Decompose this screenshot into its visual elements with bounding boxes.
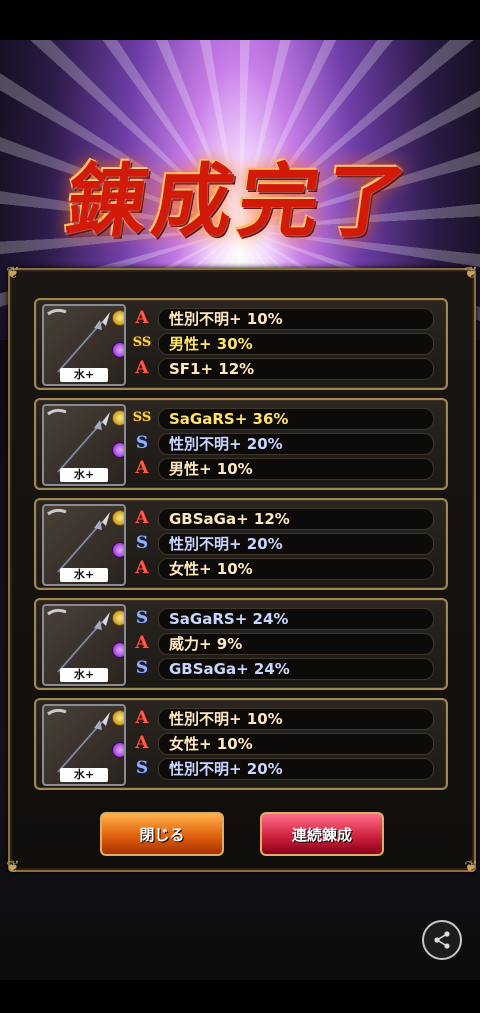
refine-result-entry: 水+ S SaGaRS+ 24% A 威力+ 9% S GBSaGa+ 24% xyxy=(34,598,448,690)
refine-result-entry: 水+ SS SaGaRS+ 36% S 性別不明+ 20% A 男性+ 10% xyxy=(34,398,448,490)
rank-s-icon: S xyxy=(135,533,149,553)
effect-text: GBSaGa+ 12% xyxy=(169,510,290,528)
rank-s-icon: S xyxy=(135,608,149,628)
effect-bar: 女性+ 10% xyxy=(158,558,434,580)
gold-gem-icon xyxy=(112,610,124,626)
effect-text: 女性+ 10% xyxy=(169,735,253,753)
weapon-icon-frame: 水+ xyxy=(42,404,126,486)
effect-bar: SF1+ 12% xyxy=(158,358,434,380)
effect-bar: 性別不明+ 10% xyxy=(158,708,434,730)
effect-text: GBSaGa+ 24% xyxy=(169,660,290,678)
gold-gem-icon xyxy=(112,310,124,326)
gold-gem-icon xyxy=(112,710,124,726)
page-title: 錬成完了 xyxy=(60,154,418,248)
effect-bar: 性別不明+ 20% xyxy=(158,433,434,455)
purple-gem-icon xyxy=(112,542,124,558)
effect-bar: 男性+ 10% xyxy=(158,458,434,480)
effect-bar: SaGaRS+ 24% xyxy=(158,608,434,630)
effect-bar: 性別不明+ 20% xyxy=(158,758,434,780)
effect-row: S 性別不明+ 20% xyxy=(132,533,434,555)
purple-gem-icon xyxy=(112,442,124,458)
gold-gem-icon xyxy=(112,510,124,526)
rank-s-icon: S xyxy=(135,658,149,678)
element-label: 水+ xyxy=(60,568,108,582)
effect-row: S 性別不明+ 20% xyxy=(132,758,434,780)
rank-a-icon: A xyxy=(135,308,149,328)
effect-text: SF1+ 12% xyxy=(169,360,255,378)
effect-text: 男性+ 10% xyxy=(169,460,253,478)
effect-row: S GBSaGa+ 24% xyxy=(132,658,434,680)
continuous-refine-button-label: 連続錬成 xyxy=(291,825,352,844)
corner-ornament-icon: ❦ xyxy=(464,263,478,282)
rank-s-icon: S xyxy=(135,758,149,778)
effect-row: A 性別不明+ 10% xyxy=(132,308,434,330)
weapon-icon-frame: 水+ xyxy=(42,304,126,386)
rank-a-icon: A xyxy=(135,733,149,753)
rank-ss-icon: SS xyxy=(132,335,152,350)
effect-text: 女性+ 10% xyxy=(169,560,253,578)
weapon-icon-frame: 水+ xyxy=(42,704,126,786)
purple-gem-icon xyxy=(112,742,124,758)
refine-result-entry: 水+ A GBSaGa+ 12% S 性別不明+ 20% A 女性+ 10% xyxy=(34,498,448,590)
close-button[interactable]: 閉じる xyxy=(100,812,224,856)
rank-s-icon: S xyxy=(135,433,149,453)
effect-text: 性別不明+ 20% xyxy=(169,760,283,778)
effect-bar: 性別不明+ 20% xyxy=(158,533,434,555)
refine-result-entry: 水+ A 性別不明+ 10% SS 男性+ 30% A SF1+ 12% xyxy=(34,298,448,390)
refine-result-entry: 水+ A 性別不明+ 10% A 女性+ 10% S 性別不明+ 20% xyxy=(34,698,448,790)
effect-text: 男性+ 30% xyxy=(169,335,253,353)
effect-bar: GBSaGa+ 12% xyxy=(158,508,434,530)
effect-row: SS SaGaRS+ 36% xyxy=(132,408,434,430)
effect-text: 威力+ 9% xyxy=(169,635,243,653)
element-label: 水+ xyxy=(60,468,108,482)
gold-gem-icon xyxy=(112,410,124,426)
title-banner: 錬成完了 xyxy=(40,135,440,255)
effect-row: A GBSaGa+ 12% xyxy=(132,508,434,530)
effect-row: A 性別不明+ 10% xyxy=(132,708,434,730)
effect-row: A 威力+ 9% xyxy=(132,633,434,655)
element-label: 水+ xyxy=(60,368,108,382)
effect-bar: 男性+ 30% xyxy=(158,333,434,355)
effect-bar: SaGaRS+ 36% xyxy=(158,408,434,430)
corner-ornament-icon: ❦ xyxy=(464,857,478,876)
effect-row: A 男性+ 10% xyxy=(132,458,434,480)
effect-row: S SaGaRS+ 24% xyxy=(132,608,434,630)
effect-text: SaGaRS+ 24% xyxy=(169,610,289,628)
element-label: 水+ xyxy=(60,768,108,782)
share-icon xyxy=(434,931,450,949)
purple-gem-icon xyxy=(112,642,124,658)
element-label: 水+ xyxy=(60,668,108,682)
effect-row: S 性別不明+ 20% xyxy=(132,433,434,455)
effect-bar: 性別不明+ 10% xyxy=(158,308,434,330)
effect-text: 性別不明+ 10% xyxy=(169,710,283,728)
continuous-refine-button[interactable]: 連続錬成 xyxy=(260,812,384,856)
bottom-bar xyxy=(0,980,480,1013)
rank-a-icon: A xyxy=(135,558,149,578)
rank-a-icon: A xyxy=(135,708,149,728)
effect-row: SS 男性+ 30% xyxy=(132,333,434,355)
effect-text: SaGaRS+ 36% xyxy=(169,410,289,428)
rank-a-icon: A xyxy=(135,358,149,378)
effect-text: 性別不明+ 10% xyxy=(169,310,283,328)
effect-bar: 威力+ 9% xyxy=(158,633,434,655)
effect-bar: 女性+ 10% xyxy=(158,733,434,755)
status-bar xyxy=(0,0,480,40)
purple-gem-icon xyxy=(112,342,124,358)
rank-a-icon: A xyxy=(135,508,149,528)
effect-bar: GBSaGa+ 24% xyxy=(158,658,434,680)
effect-text: 性別不明+ 20% xyxy=(169,435,283,453)
corner-ornament-icon: ❦ xyxy=(6,263,20,282)
weapon-icon-frame: 水+ xyxy=(42,604,126,686)
effect-row: A 女性+ 10% xyxy=(132,558,434,580)
effect-row: A 女性+ 10% xyxy=(132,733,434,755)
effect-row: A SF1+ 12% xyxy=(132,358,434,380)
rank-ss-icon: SS xyxy=(132,410,152,425)
weapon-icon-frame: 水+ xyxy=(42,504,126,586)
corner-ornament-icon: ❦ xyxy=(6,857,20,876)
close-button-label: 閉じる xyxy=(139,825,185,844)
rank-a-icon: A xyxy=(135,633,149,653)
effect-text: 性別不明+ 20% xyxy=(169,535,283,553)
rank-a-icon: A xyxy=(135,458,149,478)
share-button[interactable] xyxy=(422,920,462,960)
